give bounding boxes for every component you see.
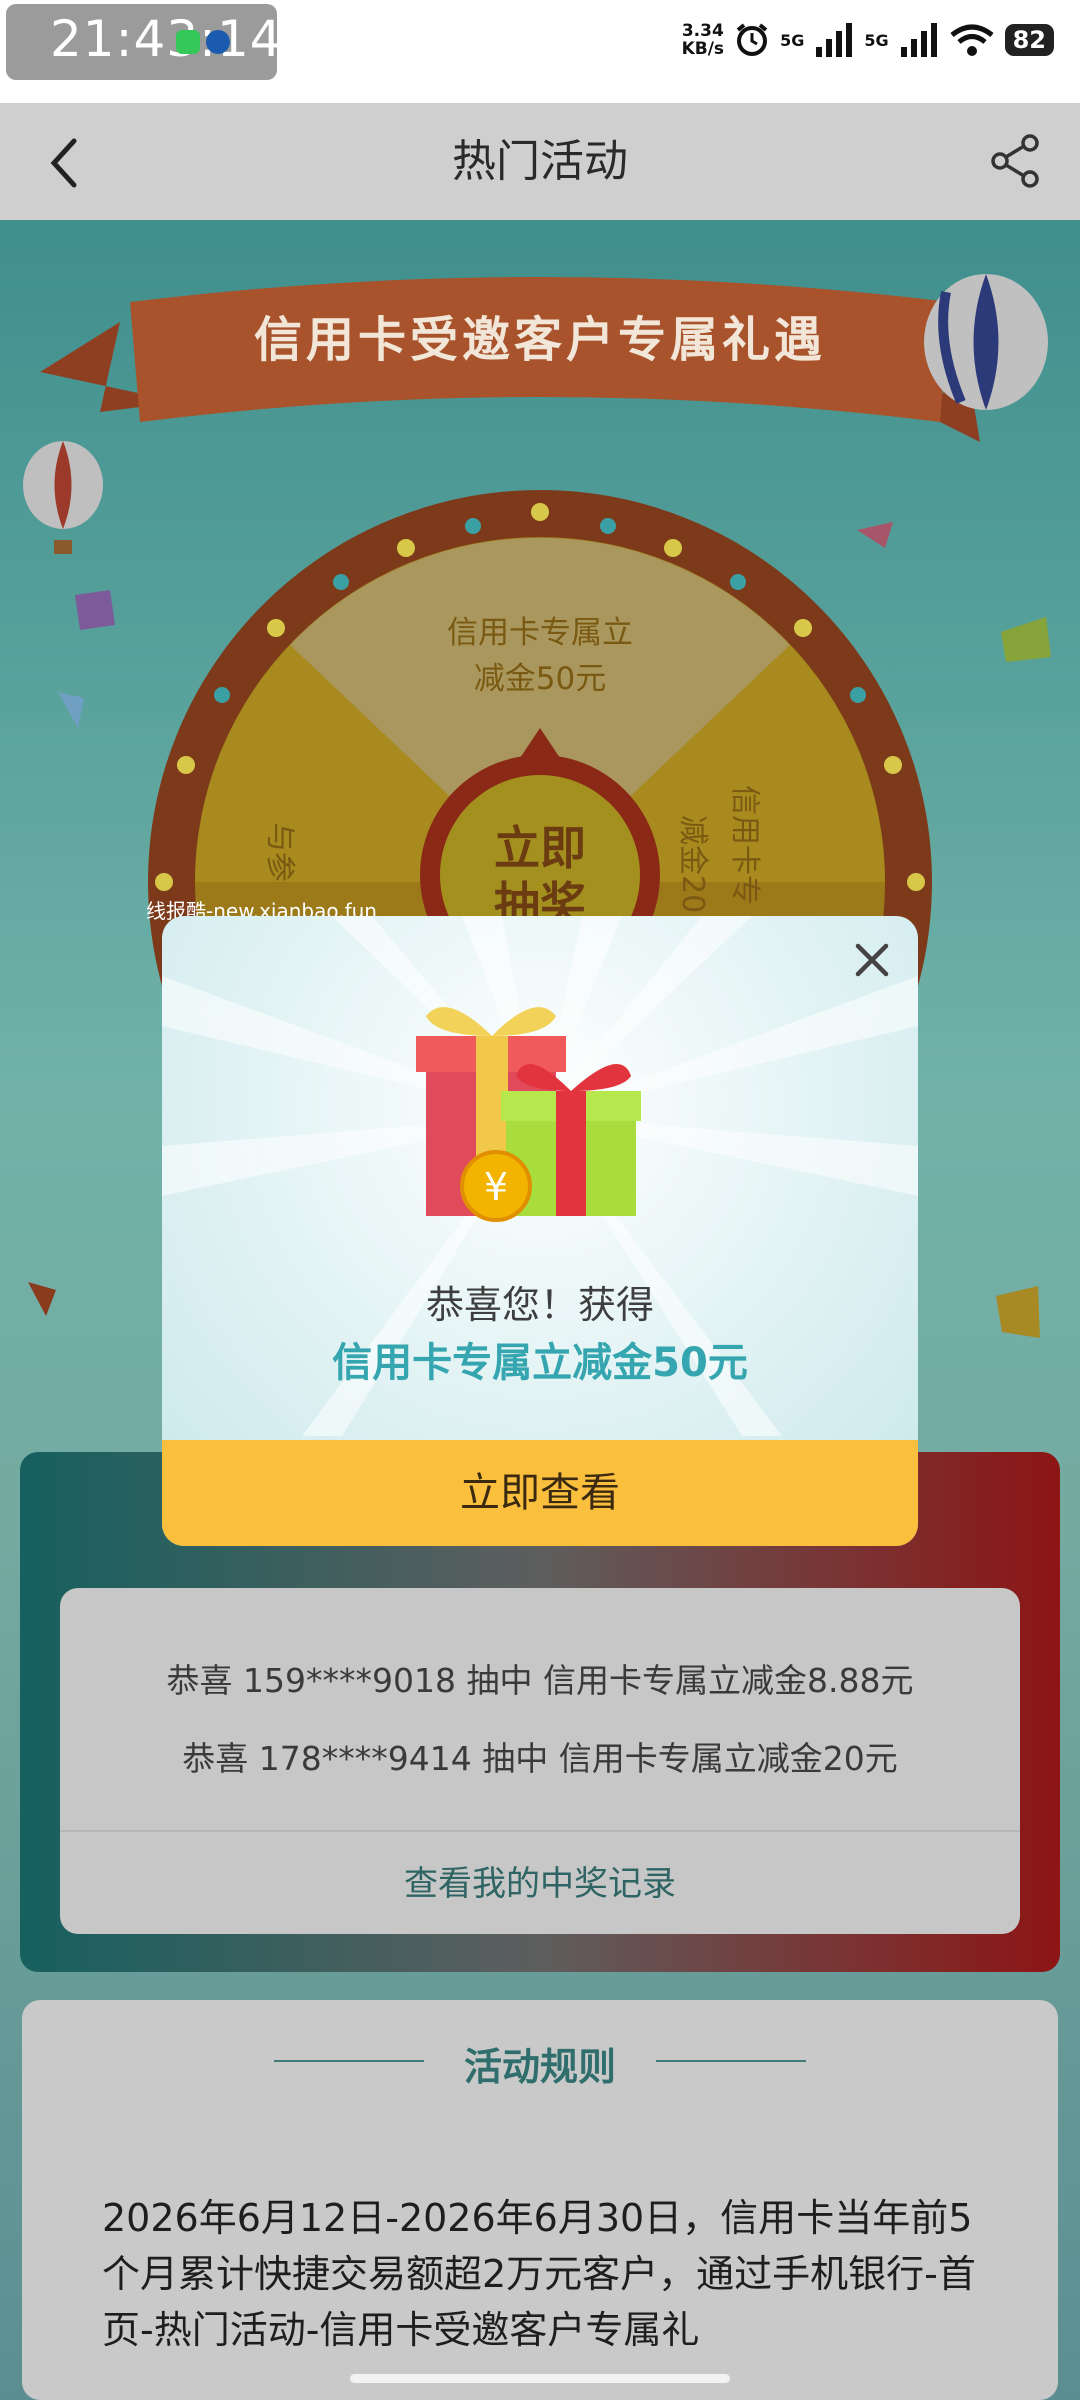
prize-name: 信用卡专属立减金50元 [332, 1340, 748, 1386]
top-nav-bar: 热门活动 [0, 103, 1080, 220]
close-icon[interactable] [848, 936, 896, 984]
wheel-segment-label-line: 减金50元 [473, 661, 607, 697]
page-title: 热门活动 [452, 136, 628, 187]
gift-box-icon: ¥ [416, 1007, 641, 1222]
wheel-segment-label: 信用卡专属立 减金50元 [390, 610, 690, 702]
sim2-label: 5G [864, 30, 889, 50]
confetti-decoration [28, 1282, 56, 1316]
rules-section: 活动规则 2026年6月12日-2026年6月30日，信用卡当年前5个月累计快捷… [22, 2000, 1058, 2400]
home-indicator[interactable] [350, 2374, 730, 2383]
winner-item: 恭喜 159****9018 抽中 信用卡专属立减金8.88元 [166, 1661, 914, 1700]
rules-title: 活动规则 [463, 2045, 616, 2089]
wheel-segment-label: 信用卡专 [727, 785, 762, 905]
wheel-segment-label-line: 信用卡专属立 [447, 615, 633, 651]
alarm-icon [736, 23, 768, 56]
confetti-decoration [58, 692, 84, 728]
network-speed-unit: KB/s [681, 39, 725, 59]
spin-button-label: 立即 [494, 821, 586, 875]
signal-icon [900, 23, 937, 57]
wheel-segment-label: 减金20 [675, 815, 710, 914]
battery-level: 82 [1004, 24, 1054, 56]
network-speed-value: 3.34 [681, 21, 724, 41]
winner-item: 恭喜 178****9414 抽中 信用卡专属立减金20元 [182, 1739, 898, 1778]
clock-time: 21:43:14 [50, 10, 283, 68]
notification-icons [176, 30, 230, 54]
network-speed: 3.34 KB/s [682, 22, 724, 58]
notification-app-icon [176, 30, 200, 54]
divider [60, 1830, 1020, 1832]
svg-text:¥: ¥ [484, 1165, 508, 1209]
wheel-segment-label: 与参 [262, 822, 297, 882]
congrats-text: 恭喜您！获得 [425, 1283, 654, 1327]
confetti-decoration [1001, 617, 1051, 662]
share-icon[interactable] [988, 133, 1044, 189]
wifi-icon [950, 24, 994, 56]
status-bar: 21:43:14 3.34 KB/s 5G 5G 82 [0, 0, 1080, 103]
confetti-decoration [996, 1286, 1040, 1338]
sim1-label: 5G [780, 30, 805, 50]
chevron-left-icon[interactable] [40, 133, 92, 193]
view-win-records-link[interactable]: 查看我的中奖记录 [60, 1856, 1020, 1905]
notification-app-icon [206, 30, 230, 54]
hot-air-balloon-icon [924, 274, 1048, 410]
winners-list: 恭喜 159****9018 抽中 信用卡专属立减金8.88元 恭喜 178**… [60, 1588, 1020, 1934]
confetti-decoration [75, 590, 115, 630]
status-icons: 3.34 KB/s 5G 5G 82 [682, 22, 1054, 58]
view-now-button[interactable]: 立即查看 [162, 1440, 918, 1546]
rules-text: 2026年6月12日-2026年6月30日，信用卡当年前5个月累计快捷交易额超2… [102, 2196, 976, 2352]
hot-air-balloon-icon [23, 441, 103, 554]
signal-icon [816, 23, 853, 57]
prize-modal: ¥ 恭喜您！获得 信用卡专属立减金50元 立即查看 [162, 916, 918, 1546]
